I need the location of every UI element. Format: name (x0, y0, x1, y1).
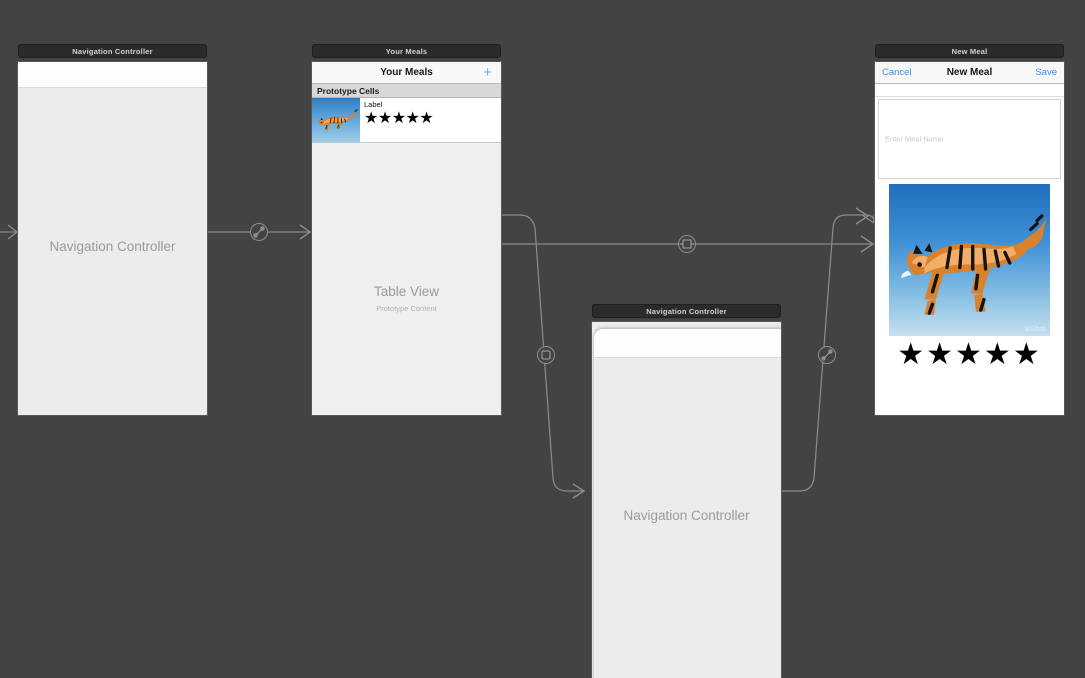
segue-table-to-nav2[interactable] (502, 214, 586, 499)
modal-presentation-card (594, 329, 781, 678)
scene-navigation-controller-1[interactable]: Navigation Controller Navigation Control… (18, 44, 207, 415)
relationship-segue-icon-right[interactable] (818, 346, 836, 364)
meal-name-text-field[interactable]: Enter Meal Name (878, 99, 1061, 179)
cell-text-column: Label ★★★★★ (360, 98, 501, 142)
prototype-cells-section-header: Prototype Cells (312, 84, 501, 98)
scene-body-sub-label: Prototype Content (376, 304, 437, 313)
scene-body-label: Table View (373, 284, 440, 299)
navigation-bar-placeholder (18, 62, 207, 88)
meal-photo-image-view[interactable]: InShot (889, 184, 1050, 336)
scene-body-label: Navigation Controller (49, 239, 176, 254)
meal-thumbnail-image (312, 98, 360, 142)
segue-nav1-to-table[interactable] (208, 224, 312, 240)
cell-rating-stars[interactable]: ★★★★★ (364, 110, 501, 127)
meal-rating-stars[interactable]: ★★★★★ (875, 338, 1064, 372)
scene-your-meals-table-view[interactable]: Your Meals Your Meals + Prototype Cells (312, 44, 501, 415)
cancel-button[interactable]: Cancel (882, 67, 912, 78)
photo-watermark: InShot (1024, 325, 1046, 333)
scene-title-bar[interactable]: Navigation Controller (592, 304, 781, 318)
prototype-table-cell[interactable]: Label ★★★★★ (312, 98, 501, 143)
storyboard-entry-point-arrow (0, 224, 19, 240)
scene-title-bar[interactable]: Your Meals (312, 44, 501, 58)
cell-label: Label (364, 100, 383, 109)
add-meal-plus-icon[interactable]: + (483, 65, 492, 80)
navigation-bar[interactable]: Cancel New Meal Save (875, 62, 1064, 84)
scene-body-label: Navigation Controller (623, 508, 750, 523)
storyboard-canvas[interactable]: Navigation Controller Navigation Control… (0, 0, 1085, 678)
navigation-bar-placeholder (594, 329, 781, 358)
top-spacer (875, 84, 1064, 97)
meal-name-placeholder: Enter Meal Name (885, 134, 944, 144)
scene-title-bar[interactable]: New Meal (875, 44, 1064, 58)
scene-body[interactable]: Navigation Controller (592, 322, 781, 678)
scene-body[interactable]: Navigation Controller (18, 62, 207, 415)
relationship-segue-icon[interactable] (250, 223, 268, 241)
modal-segue-icon-center[interactable] (678, 235, 696, 253)
navigation-bar[interactable]: Your Meals + (312, 62, 501, 84)
scene-navigation-controller-2[interactable]: Navigation Controller Navigation Control… (592, 304, 781, 678)
scene-body[interactable]: Your Meals + Prototype Cells Label ★★★★★… (312, 62, 501, 415)
segue-table-to-newmeal[interactable] (502, 235, 875, 253)
segue-nav2-to-newmeal[interactable] (782, 207, 875, 492)
scene-new-meal[interactable]: New Meal Cancel New Meal Save Enter Meal… (875, 44, 1064, 415)
modal-segue-icon-left[interactable] (537, 346, 555, 364)
scene-body[interactable]: Cancel New Meal Save Enter Meal Name InS… (875, 62, 1064, 415)
scene-title-bar[interactable]: Navigation Controller (18, 44, 207, 58)
navigation-bar-title: Your Meals (380, 67, 433, 78)
save-button[interactable]: Save (1035, 67, 1057, 78)
